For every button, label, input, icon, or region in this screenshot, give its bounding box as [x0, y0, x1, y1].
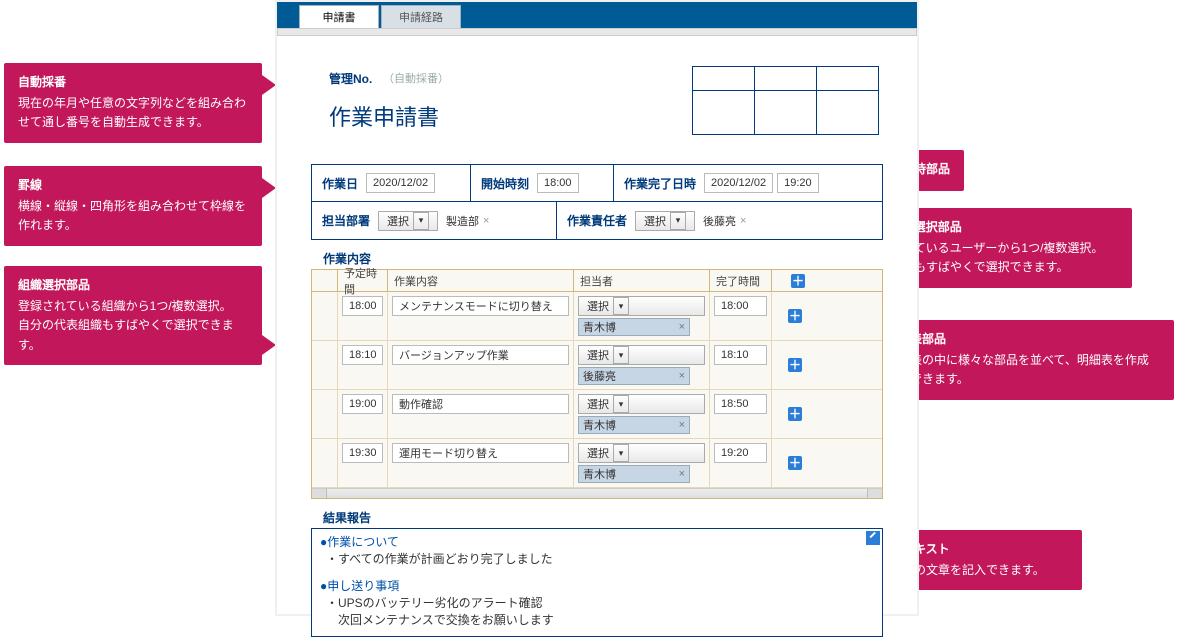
section-work: 作業内容 — [323, 250, 907, 267]
table-head: 予定時間 作業内容 担当者 完了時間 ＋ — [312, 270, 882, 292]
form-panel: 申請書 申請経路 管理No. （自動採番） 作業申請書 作業日 2020/12/… — [275, 0, 919, 616]
callout-autonum: 自動採番 現在の年月や任意の文字列などを組み合わせて通し番号を自動生成できます。 — [4, 63, 262, 143]
callout-body: 横線・縦線・四角形を組み合わせて枠線を作れます。 — [18, 197, 248, 235]
tab-route[interactable]: 申請経路 — [381, 5, 461, 28]
section-report: 結果報告 — [323, 509, 907, 526]
done-input[interactable]: 18:00 — [714, 296, 767, 316]
tabbar: 申請書 申請経路 — [277, 2, 917, 28]
callout-body: 現在の年月や任意の文字列などを組み合わせて通し番号を自動生成できます。 — [18, 94, 248, 132]
time-input[interactable]: 18:10 — [342, 345, 383, 365]
resp-chip: 後藤亮 — [703, 213, 736, 229]
person-chip: 青木博× — [578, 318, 690, 336]
plus-icon[interactable]: ＋ — [788, 456, 802, 470]
callout-title: 表部品 — [910, 330, 1160, 349]
plus-icon[interactable]: ＋ — [788, 407, 802, 421]
person-select-button[interactable]: 選択▾ — [578, 345, 705, 365]
chevron-down-icon: ▾ — [613, 297, 629, 315]
row-dates: 作業日 2020/12/02 開始時刻 18:00 作業完了日時 2020/12… — [311, 164, 883, 202]
scrollbar[interactable] — [312, 488, 882, 498]
time-input[interactable]: 19:00 — [342, 394, 383, 414]
person-select-button[interactable]: 選択▾ — [578, 296, 705, 316]
close-icon[interactable]: × — [679, 321, 685, 333]
enddate-input[interactable]: 2020/12/02 — [704, 173, 773, 193]
callout-table: 表部品 表の中に様々な部品を並べて、明細表を作成できます。 — [896, 320, 1174, 400]
close-icon[interactable]: × — [483, 215, 489, 227]
work-input[interactable]: 動作確認 — [392, 394, 569, 414]
tab-application[interactable]: 申請書 — [299, 5, 379, 28]
time-input[interactable]: 18:00 — [342, 296, 383, 316]
approval-grid — [692, 66, 879, 135]
done-input[interactable]: 18:50 — [714, 394, 767, 414]
dept-chip: 製造部 — [446, 213, 479, 229]
table-row: 19:30 運用モード切り替え選択▾ 青木博× 19:20 ＋ — [312, 439, 882, 488]
done-input[interactable]: 18:10 — [714, 345, 767, 365]
row-dept: 担当部署 選択▾ 製造部 × 作業責任者 選択▾ 後藤亮 × — [311, 202, 883, 240]
th-done: 完了時間 — [710, 270, 772, 291]
edit-icon[interactable] — [866, 531, 880, 545]
callout-title: 自動採番 — [18, 73, 248, 92]
callout-orgpick: 組織選択部品 登録されている組織から1つ/複数選択。 自分の代表組織もすばやくで… — [4, 266, 262, 365]
rt-line: ・UPSのバッテリー劣化のアラート確認 — [326, 594, 874, 611]
person-chip: 青木博× — [578, 416, 690, 434]
start-label: 開始時刻 — [471, 175, 537, 192]
time-input[interactable]: 19:30 — [342, 443, 383, 463]
done-input[interactable]: 19:20 — [714, 443, 767, 463]
toolbar-placeholder — [277, 28, 917, 36]
mgrno-label: 管理No. — [329, 70, 372, 87]
workdate-input[interactable]: 2020/12/02 — [366, 173, 435, 193]
work-table: 予定時間 作業内容 担当者 完了時間 ＋ 18:00 メンテナンスモードに切り替え… — [311, 269, 883, 499]
rt-heading: ●作業について — [320, 533, 874, 550]
close-icon[interactable]: × — [740, 215, 746, 227]
richtext-area[interactable]: ●作業について ・すべての作業が計画どおり完了しました ●申し送り事項 ・UPS… — [311, 528, 883, 637]
callout-body: 登録されている組織から1つ/複数選択。 — [18, 297, 248, 316]
close-icon[interactable]: × — [679, 419, 685, 431]
chevron-down-icon: ▾ — [613, 395, 629, 413]
workdate-label: 作業日 — [312, 175, 366, 192]
table-row: 18:00 メンテナンスモードに切り替え選択▾ 青木博× 18:00 ＋ — [312, 292, 882, 341]
dept-select-button[interactable]: 選択▾ — [378, 211, 438, 231]
header-area: 管理No. （自動採番） 作業申請書 — [311, 70, 883, 144]
resp-label: 作業責任者 — [557, 212, 635, 229]
th-time: 予定時間 — [338, 270, 388, 291]
callout-body: 自分の代表組織もすばやくで選択できます。 — [18, 316, 248, 354]
callout-body: 表の中に様々な部品を並べて、明細表を作成できます。 — [910, 351, 1160, 389]
chevron-down-icon: ▾ — [413, 212, 429, 230]
dept-label: 担当部署 — [312, 212, 378, 229]
page-title: 作業申請書 — [329, 100, 439, 132]
close-icon[interactable]: × — [679, 468, 685, 480]
callout-title: 組織選択部品 — [18, 276, 248, 295]
chevron-down-icon: ▾ — [613, 444, 629, 462]
table-row: 18:10 バージョンアップ作業選択▾ 後藤亮× 18:10 ＋ — [312, 341, 882, 390]
rt-line: 次回メンテナンスで交換をお願いします — [326, 611, 874, 628]
plus-icon[interactable]: ＋ — [788, 358, 802, 372]
plus-icon[interactable]: ＋ — [791, 274, 805, 288]
work-input[interactable]: バージョンアップ作業 — [392, 345, 569, 365]
resp-select-button[interactable]: 選択▾ — [635, 211, 695, 231]
callout-lines: 罫線 横線・縦線・四角形を組み合わせて枠線を作れます。 — [4, 166, 262, 246]
chevron-down-icon: ▾ — [670, 212, 686, 230]
start-input[interactable]: 18:00 — [537, 173, 579, 193]
rt-heading: ●申し送り事項 — [320, 577, 874, 594]
person-select-button[interactable]: 選択▾ — [578, 394, 705, 414]
mgrno-auto: （自動採番） — [383, 70, 449, 86]
th-work: 作業内容 — [388, 270, 574, 291]
person-chip: 後藤亮× — [578, 367, 690, 385]
work-input[interactable]: 運用モード切り替え — [392, 443, 569, 463]
close-icon[interactable]: × — [679, 370, 685, 382]
end-label: 作業完了日時 — [614, 175, 704, 192]
endtime-input[interactable]: 19:20 — [777, 173, 819, 193]
plus-icon[interactable]: ＋ — [788, 309, 802, 323]
person-chip: 青木博× — [578, 465, 690, 483]
work-input[interactable]: メンテナンスモードに切り替え — [392, 296, 569, 316]
callout-title: 罫線 — [18, 176, 248, 195]
th-person: 担当者 — [574, 270, 710, 291]
table-row: 19:00 動作確認選択▾ 青木博× 18:50 ＋ — [312, 390, 882, 439]
rt-line: ・すべての作業が計画どおり完了しました — [326, 550, 874, 567]
chevron-down-icon: ▾ — [613, 346, 629, 364]
person-select-button[interactable]: 選択▾ — [578, 443, 705, 463]
